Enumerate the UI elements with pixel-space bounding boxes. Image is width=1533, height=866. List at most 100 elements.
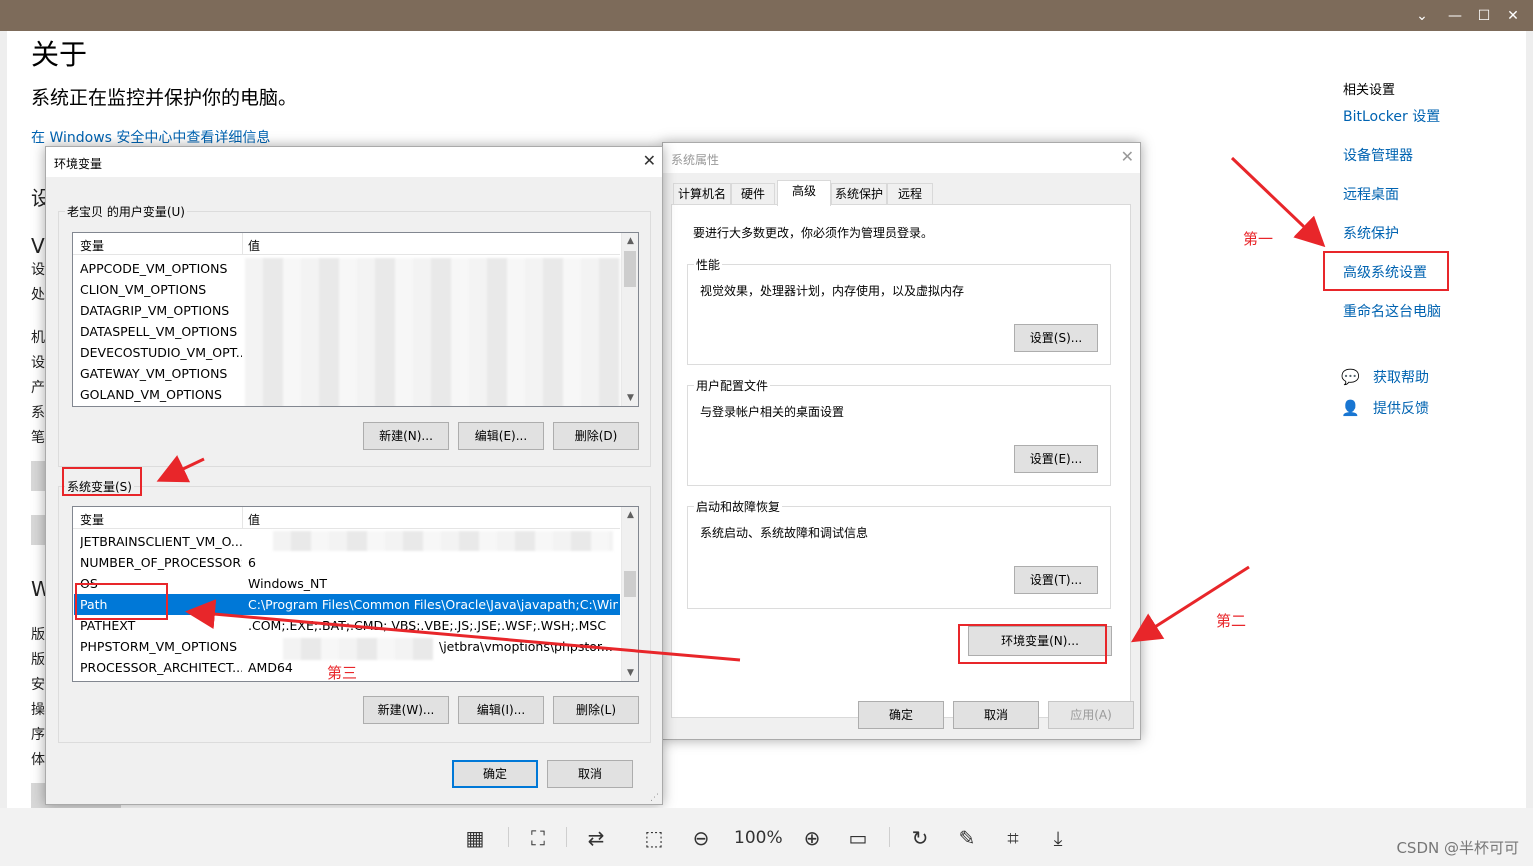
scroll-thumb[interactable]: [624, 251, 636, 287]
user-variables-group: 老宝贝 的用户变量(U) 变量 值 APPCODE_VM_OPTIONS CLI…: [58, 211, 651, 467]
table-row[interactable]: NUMBER_OF_PROCESSORS6: [74, 552, 620, 573]
close-icon[interactable]: ✕: [1121, 147, 1134, 166]
hidden-text-fragment: 版: [31, 649, 45, 669]
page-subtitle: 系统正在监控并保护你的电脑。: [31, 83, 297, 110]
variable-value: Windows_NT: [248, 573, 618, 594]
scroll-down-icon[interactable]: ▼: [622, 665, 639, 681]
hidden-text-fragment: 机: [31, 327, 45, 347]
vertical-scrollbar[interactable]: ▲ ▼: [621, 507, 638, 681]
startup-recovery-description: 系统启动、系统故障和调试信息: [700, 524, 868, 541]
system-new-button[interactable]: 新建(W)...: [363, 696, 449, 724]
rename-pc-link[interactable]: 重命名这台电脑: [1343, 301, 1441, 321]
dialog-title: 环境变量: [54, 155, 102, 172]
hidden-text-fragment: 安: [31, 674, 45, 694]
tab-advanced[interactable]: 高级: [777, 180, 831, 206]
variable-value: .COM;.EXE;.BAT;.CMD;.VBS;.VBE;.JS;.JSE;.…: [248, 615, 618, 636]
scroll-up-icon[interactable]: ▲: [622, 233, 639, 249]
ok-button[interactable]: 确定: [452, 760, 538, 788]
column-header-value[interactable]: 值: [248, 237, 260, 254]
annotation-label-third: 第三: [327, 662, 357, 683]
hidden-text-fragment: 序: [31, 724, 45, 744]
system-delete-button[interactable]: 删除(L): [553, 696, 639, 724]
hidden-text-fragment: 处: [31, 284, 45, 304]
system-protection-link[interactable]: 系统保护: [1343, 223, 1399, 243]
device-manager-link[interactable]: 设备管理器: [1343, 145, 1413, 165]
tab-computer-name[interactable]: 计算机名: [673, 183, 731, 205]
rotate-icon[interactable]: ↻: [906, 825, 934, 851]
cancel-button[interactable]: 取消: [547, 760, 633, 788]
column-header-variable[interactable]: 变量: [80, 511, 104, 528]
hidden-text-fragment: 设: [31, 352, 45, 372]
fit-screen-icon[interactable]: ⬚: [640, 825, 668, 851]
translate-icon[interactable]: ⇄: [582, 825, 610, 851]
apply-button[interactable]: 应用(A): [1048, 701, 1134, 729]
dialog-title: 系统属性: [671, 151, 719, 168]
hidden-text-fragment: 版: [31, 624, 45, 644]
scroll-thumb[interactable]: [624, 571, 636, 597]
tab-remote[interactable]: 远程: [887, 183, 933, 205]
system-edit-button[interactable]: 编辑(I)...: [458, 696, 544, 724]
edit-icon[interactable]: ✎: [953, 825, 981, 851]
ok-button[interactable]: 确定: [858, 701, 944, 729]
get-help-link[interactable]: 💬 获取帮助: [1341, 367, 1429, 387]
variable-name: CLION_VM_OPTIONS: [80, 279, 242, 300]
remote-desktop-link[interactable]: 远程桌面: [1343, 184, 1399, 204]
group-label: 性能: [694, 256, 722, 273]
admin-note: 要进行大多数更改，你必须作为管理员登录。: [693, 224, 933, 241]
minimize-icon[interactable]: —: [1444, 6, 1466, 26]
bitlocker-settings-link[interactable]: BitLocker 设置: [1343, 106, 1440, 126]
get-help-label: 获取帮助: [1373, 367, 1429, 387]
watermark: CSDN @半杯可可: [1396, 837, 1519, 858]
security-details-link[interactable]: 在 Windows 安全中心中查看详细信息: [31, 127, 270, 147]
scan-icon[interactable]: ⛶: [524, 825, 552, 851]
page-title: 关于: [31, 33, 87, 73]
vertical-scrollbar[interactable]: ▲ ▼: [621, 233, 638, 406]
toolbar-divider: [508, 827, 509, 847]
help-chat-icon: 💬: [1341, 368, 1359, 386]
layout-icon[interactable]: ▦: [461, 825, 489, 851]
performance-settings-button[interactable]: 设置(S)...: [1014, 324, 1098, 352]
redacted-values: [283, 638, 433, 660]
variable-value: C:\Program Files\Common Files\Oracle\Jav…: [248, 594, 618, 615]
zoom-in-icon[interactable]: ⊕: [798, 825, 826, 851]
list-header: 变量 值: [73, 507, 620, 529]
column-header-variable[interactable]: 变量: [80, 237, 104, 254]
hidden-text-fragment: 操: [31, 699, 45, 719]
annotation-label-first: 第一: [1243, 228, 1273, 249]
group-label: 用户配置文件: [694, 377, 770, 394]
variable-name: GOLAND_VM_OPTIONS: [80, 384, 242, 405]
chevron-down-icon[interactable]: ⌄: [1411, 6, 1433, 26]
feedback-person-icon: 👤: [1341, 399, 1359, 417]
user-delete-button[interactable]: 删除(D): [553, 422, 639, 450]
variable-value: \jetbra\vmoptions\phpstor...: [439, 636, 618, 657]
scroll-up-icon[interactable]: ▲: [622, 507, 639, 523]
actual-size-icon[interactable]: ▭: [844, 825, 872, 851]
cancel-button[interactable]: 取消: [953, 701, 1039, 729]
column-header-value[interactable]: 值: [248, 511, 260, 528]
download-icon[interactable]: ⤓: [1044, 825, 1072, 851]
annotation-box-advanced-settings: [1323, 251, 1449, 291]
user-variables-list[interactable]: 变量 值 APPCODE_VM_OPTIONS CLION_VM_OPTIONS…: [72, 232, 639, 407]
zoom-out-icon[interactable]: ⊖: [687, 825, 715, 851]
variable-name: GATEWAY_VM_OPTIONS: [80, 363, 242, 384]
tab-hardware[interactable]: 硬件: [731, 183, 775, 205]
toolbar-divider: [566, 827, 567, 847]
user-edit-button[interactable]: 编辑(E)...: [458, 422, 544, 450]
column-separator: [242, 507, 243, 529]
startup-recovery-group: 启动和故障恢复 系统启动、系统故障和调试信息 设置(T)...: [687, 506, 1111, 609]
user-new-button[interactable]: 新建(N)...: [363, 422, 449, 450]
toolbar-divider: [889, 827, 890, 847]
tab-system-protection[interactable]: 系统保护: [831, 183, 887, 205]
scroll-down-icon[interactable]: ▼: [622, 390, 639, 406]
resize-grip-icon[interactable]: ⋰: [650, 793, 659, 803]
viewer-title-bar: ⌄ — ☐ ✕: [0, 0, 1533, 31]
hidden-text-fragment: 产: [31, 377, 45, 397]
column-separator: [242, 233, 243, 255]
user-profiles-settings-button[interactable]: 设置(E)...: [1014, 445, 1098, 473]
feedback-link[interactable]: 👤 提供反馈: [1341, 398, 1429, 418]
crop-icon[interactable]: ⌗: [999, 825, 1027, 851]
startup-recovery-settings-button[interactable]: 设置(T)...: [1014, 566, 1098, 594]
close-icon[interactable]: ✕: [1502, 6, 1524, 26]
maximize-icon[interactable]: ☐: [1473, 6, 1495, 26]
close-icon[interactable]: ✕: [643, 151, 656, 170]
